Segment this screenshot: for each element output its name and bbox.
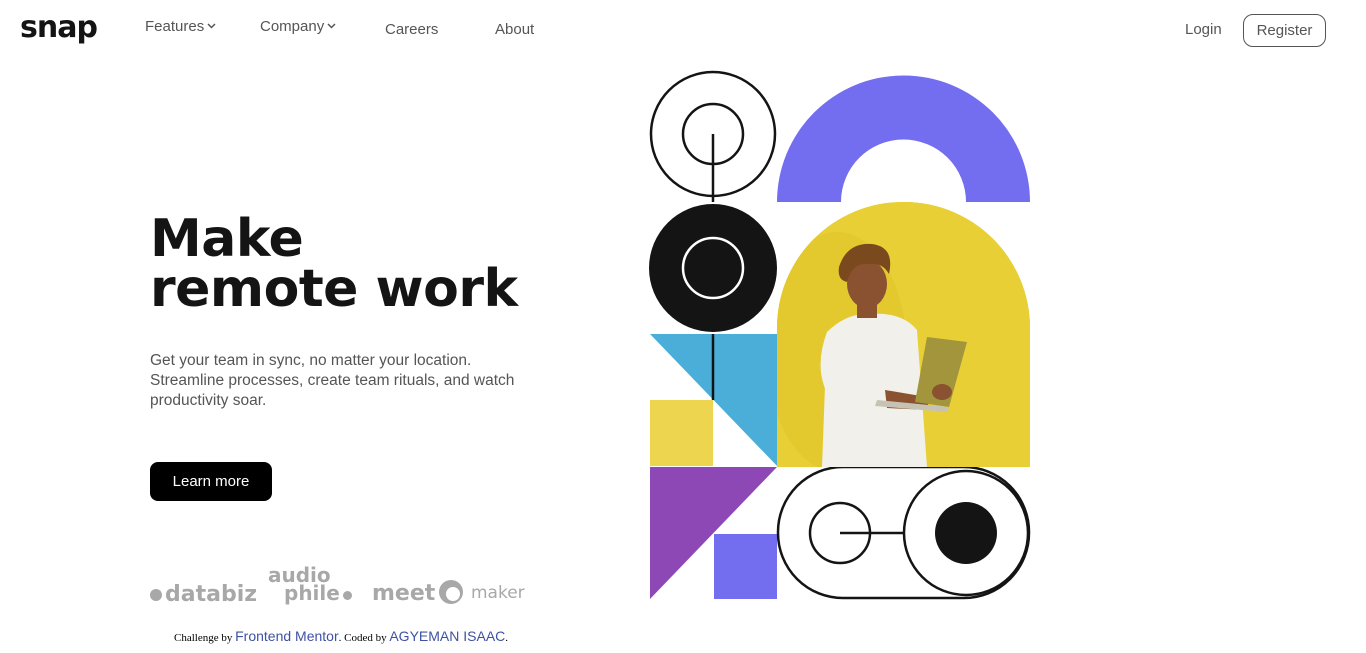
hero-description: Get your team in sync, no matter your lo… (150, 352, 515, 409)
nav-company-label: Company (260, 18, 325, 35)
yellow-square-shape (650, 400, 713, 466)
bottom-right-dot-shape (935, 502, 997, 564)
attribution: Challenge by Frontend Mentor. Coded by A… (174, 628, 508, 644)
person-with-laptop-image (777, 202, 1030, 467)
attribution-suffix: . (505, 632, 509, 644)
hero-title-line-2: remote work (150, 259, 518, 319)
author-link[interactable]: AGYEMAN ISAAC (389, 628, 505, 644)
audiophile-dot-icon (342, 591, 352, 600)
snap-logo[interactable]: snap (20, 10, 98, 45)
hero-illustration (649, 68, 1031, 600)
nav-about[interactable]: About (495, 21, 534, 38)
purple-square-shape (714, 534, 777, 599)
databiz-dot-icon (150, 589, 162, 601)
chevron-down-icon (327, 21, 336, 32)
audiophile-logo: audio phile (268, 565, 352, 605)
nav-features-label: Features (145, 18, 205, 35)
attribution-prefix: Challenge by (174, 632, 233, 644)
nav-careers[interactable]: Careers (385, 21, 438, 38)
black-circle-shape (649, 204, 777, 332)
frontend-mentor-link[interactable]: Frontend Mentor (235, 628, 339, 644)
nav-company[interactable]: Company (260, 18, 336, 35)
purple-arch-shape (777, 75, 1030, 202)
site-header: snap Features Company Careers About Logi… (0, 0, 1366, 60)
databiz-logo: databiz (150, 582, 257, 607)
chevron-down-icon (207, 21, 216, 32)
hero-title: Make remote work (150, 209, 518, 319)
audiophile-label-bottom: phile (284, 581, 340, 605)
learn-more-button[interactable]: Learn more (150, 462, 272, 501)
right-hand-shape (932, 384, 952, 400)
login-link[interactable]: Login (1185, 21, 1222, 38)
hero-photo (777, 202, 1030, 467)
maker-logo: maker (471, 583, 525, 603)
attribution-middle: . Coded by (338, 632, 387, 644)
hero-title-line-1: Make (150, 209, 304, 269)
meet-logo: meet (372, 581, 436, 606)
nav-features[interactable]: Features (145, 18, 216, 35)
maker-logo-icon (439, 580, 463, 604)
register-button[interactable]: Register (1243, 14, 1326, 47)
client-logos: databiz audio phile meet maker (150, 565, 530, 610)
databiz-label: databiz (165, 582, 258, 607)
